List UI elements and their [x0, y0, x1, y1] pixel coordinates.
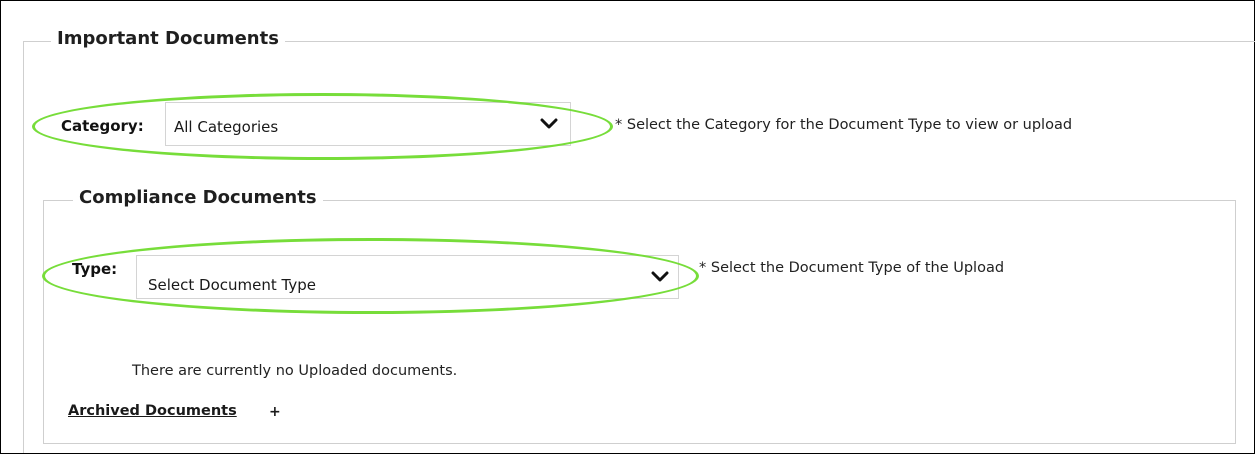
important-documents-border-left	[23, 41, 24, 453]
no-documents-message: There are currently no Uploaded document…	[132, 363, 458, 379]
archived-documents-link[interactable]: Archived Documents	[68, 403, 237, 419]
category-help-text: * Select the Category for the Document T…	[615, 117, 1073, 133]
compliance-documents-legend: Compliance Documents	[73, 187, 323, 208]
compliance-documents-border-right	[1235, 200, 1236, 444]
category-select[interactable]: All Categories	[165, 102, 571, 146]
category-label: Category:	[61, 117, 144, 135]
document-type-help-text: * Select the Document Type of the Upload	[699, 260, 1005, 276]
important-documents-legend: Important Documents	[51, 28, 285, 49]
type-label: Type:	[72, 260, 118, 278]
chevron-down-icon	[540, 118, 558, 129]
document-type-select[interactable]: Select Document Type	[136, 255, 679, 299]
category-selected-value: All Categories	[174, 118, 279, 136]
compliance-documents-border-left	[43, 200, 44, 444]
compliance-documents-border-bottom	[43, 443, 1236, 444]
plus-icon[interactable]: +	[269, 404, 281, 420]
document-type-selected-value: Select Document Type	[148, 276, 316, 294]
important-documents-panel: Important Documents Category: All Catego…	[0, 0, 1255, 454]
chevron-down-icon	[651, 271, 669, 282]
